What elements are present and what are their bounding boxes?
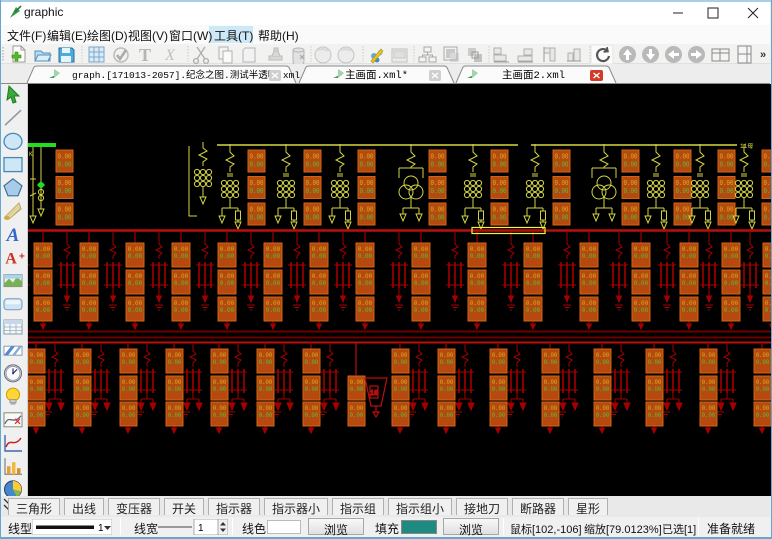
svg-text:A: A xyxy=(6,225,20,246)
svg-text:+: + xyxy=(19,251,25,262)
svg-text:主画面2.xml: 主画面2.xml xyxy=(502,69,565,82)
svg-text:A: A xyxy=(5,250,17,267)
svg-text:X: X xyxy=(164,47,176,64)
svg-text:主画面.xml*: 主画面.xml* xyxy=(345,69,408,82)
svg-text:graph.[171013-2057].纪念之图.测试半透明: graph.[171013-2057].纪念之图.测试半透明.xml xyxy=(72,69,300,81)
svg-text:11母: 11母 xyxy=(740,143,753,150)
svg-text:1: 1 xyxy=(198,523,204,534)
svg-text:K: K xyxy=(29,151,33,158)
svg-text:»: » xyxy=(760,49,766,61)
svg-text:T: T xyxy=(139,45,151,64)
svg-text:1: 1 xyxy=(98,523,104,534)
svg-text:10: 10 xyxy=(370,390,378,398)
